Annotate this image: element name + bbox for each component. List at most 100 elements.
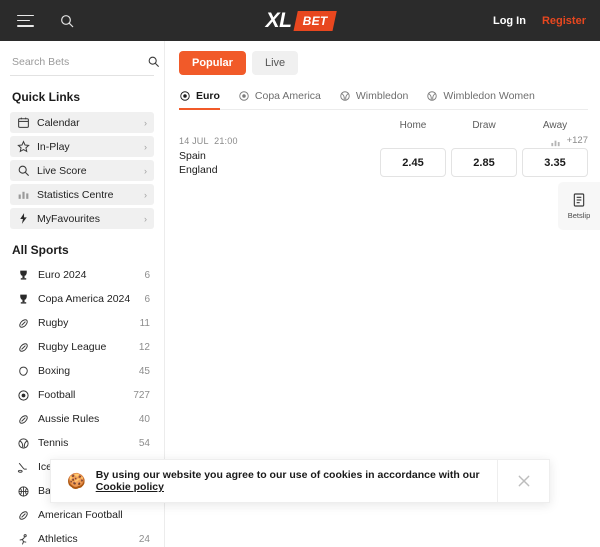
logo-text-xl: XL [265,8,292,32]
odd-button-away[interactable]: 3.35 [522,148,588,177]
tab-popular[interactable]: Popular [179,51,246,75]
tennis-ball-icon [17,437,30,450]
sidebar-item-label: Euro 2024 [38,269,87,281]
match-date: 14 JUL [179,135,209,146]
sidebar-item-count: 11 [139,317,150,329]
football-icon [238,90,250,102]
tennis-ball-icon [426,90,438,102]
sidebar-item-rugby-league[interactable]: Rugby League 12 [10,335,154,359]
sidebar-item-tennis[interactable]: Tennis 54 [10,431,154,455]
sidebar-item-euro-2024[interactable]: Euro 2024 6 [10,263,154,287]
sidebar-item-label: Football [38,389,76,401]
bar-chart-icon[interactable] [550,135,561,147]
trophy-icon [17,293,30,306]
search-icon[interactable] [147,55,160,68]
trophy-icon [17,269,30,282]
odd-button-home[interactable]: 2.45 [380,148,446,177]
cookie-banner-content: 🍪 By using our website you agree to our … [51,469,497,493]
tab-euro[interactable]: Euro [179,90,220,110]
away-team-name: England [179,163,218,176]
hamburger-menu-icon[interactable] [14,10,36,32]
tab-wimbledon-women[interactable]: Wimbledon Women [426,90,535,109]
sidebar-item-label: Copa America 2024 [38,293,131,305]
login-button[interactable]: Log In [493,15,526,27]
flame-icon [17,212,30,225]
sidebar-item-label: American Football [38,509,123,521]
rugby-ball-icon [17,509,30,522]
betslip-button[interactable]: Betslip [558,182,600,230]
tab-copa-america[interactable]: Copa America [238,90,321,109]
sidebar-item-copa-america-2024[interactable]: Copa America 2024 6 [10,287,154,311]
sidebar-item-athletics[interactable]: Athletics 24 [10,527,154,547]
match-meta-right: +127 [550,135,588,147]
sidebar-item-boxing[interactable]: Boxing 45 [10,359,154,383]
sidebar-item-myfavourites[interactable]: MyFavourites › [10,208,154,229]
sidebar-item-label: Athletics [38,533,78,545]
odds-buttons: 2.45 2.85 3.35 [380,148,588,177]
cookie-consent-banner: 🍪 By using our website you agree to our … [50,459,550,503]
search-bets-input[interactable] [12,55,147,68]
sidebar-item-american-football[interactable]: American Football [10,503,154,527]
odds-header-away: Away [542,120,568,131]
cookie-message: By using our website you agree to our us… [95,469,480,481]
football-icon [17,389,30,402]
tennis-ball-icon [339,90,351,102]
sidebar-item-label: Tennis [38,437,69,449]
home-team-name: Spain [179,149,206,162]
chevron-right-icon: › [144,189,147,200]
sidebar-item-label: MyFavourites [37,212,101,225]
tab-wimbledon[interactable]: Wimbledon [339,90,408,109]
all-sports-title: All Sports [12,243,69,257]
header-left-group [14,10,78,32]
tab-label: Copa America [254,90,321,102]
rugby-ball-icon [17,413,30,426]
rugby-ball-icon [17,317,30,330]
search-icon [17,164,30,177]
boxing-glove-icon [17,365,30,378]
logo-badge-text: BET [302,13,328,28]
sidebar-item-label: Live Score [37,164,87,177]
odd-button-draw[interactable]: 2.85 [451,148,517,177]
calendar-icon [17,116,30,129]
search-icon[interactable] [56,10,78,32]
sidebar-item-count: 727 [133,389,150,401]
cookie-policy-link[interactable]: Cookie policy [96,481,164,493]
team-names: Spain England [179,149,218,177]
brand-logo[interactable]: XL BET [265,8,337,33]
match-list: Home Draw Away 14 JUL 21:00 +127 Spain E… [179,110,588,177]
competition-tab-bar: Euro Copa America Wimbledon Wimbledon Wo… [179,90,588,110]
match-row[interactable]: Spain England 2.45 2.85 3.35 [179,148,588,177]
app-root: XL BET Log In Register Quick Links [0,0,600,547]
register-button[interactable]: Register [542,15,586,27]
close-icon[interactable] [497,460,549,502]
sidebar-item-aussie-rules[interactable]: Aussie Rules 40 [10,407,154,431]
extra-markets-count[interactable]: +127 [567,135,588,146]
top-header: XL BET Log In Register [0,0,600,41]
sidebar-item-label: In-Play [37,140,70,153]
sidebar-item-rugby[interactable]: Rugby 11 [10,311,154,335]
tab-live[interactable]: Live [251,51,299,75]
chevron-right-icon: › [144,141,147,152]
quick-links-title: Quick Links [12,90,81,104]
sidebar-item-count: 45 [138,365,150,377]
bar-chart-icon [17,188,30,201]
chevron-right-icon: › [144,213,147,224]
sidebar-item-in-play[interactable]: In-Play › [10,136,154,157]
tab-label: Wimbledon Women [443,90,535,102]
rugby-ball-icon [17,341,30,354]
sidebar-item-count: 54 [138,437,150,449]
betslip-label: Betslip [567,211,591,220]
sidebar-item-live-score[interactable]: Live Score › [10,160,154,181]
sidebar-item-count: 40 [138,413,150,425]
athletics-icon [17,533,30,546]
filter-pill-row: Popular Live [179,51,588,75]
sidebar-item-statistics-centre[interactable]: Statistics Centre › [10,184,154,205]
sidebar-item-calendar[interactable]: Calendar › [10,112,154,133]
sidebar-item-count: 6 [144,293,150,305]
sidebar-item-label: Calendar [37,116,80,129]
sidebar-item-football[interactable]: Football 727 [10,383,154,407]
odds-column-headers: Home Draw Away [179,120,588,131]
football-icon [179,90,191,102]
chevron-right-icon: › [144,117,147,128]
search-bets-container[interactable] [10,51,160,76]
